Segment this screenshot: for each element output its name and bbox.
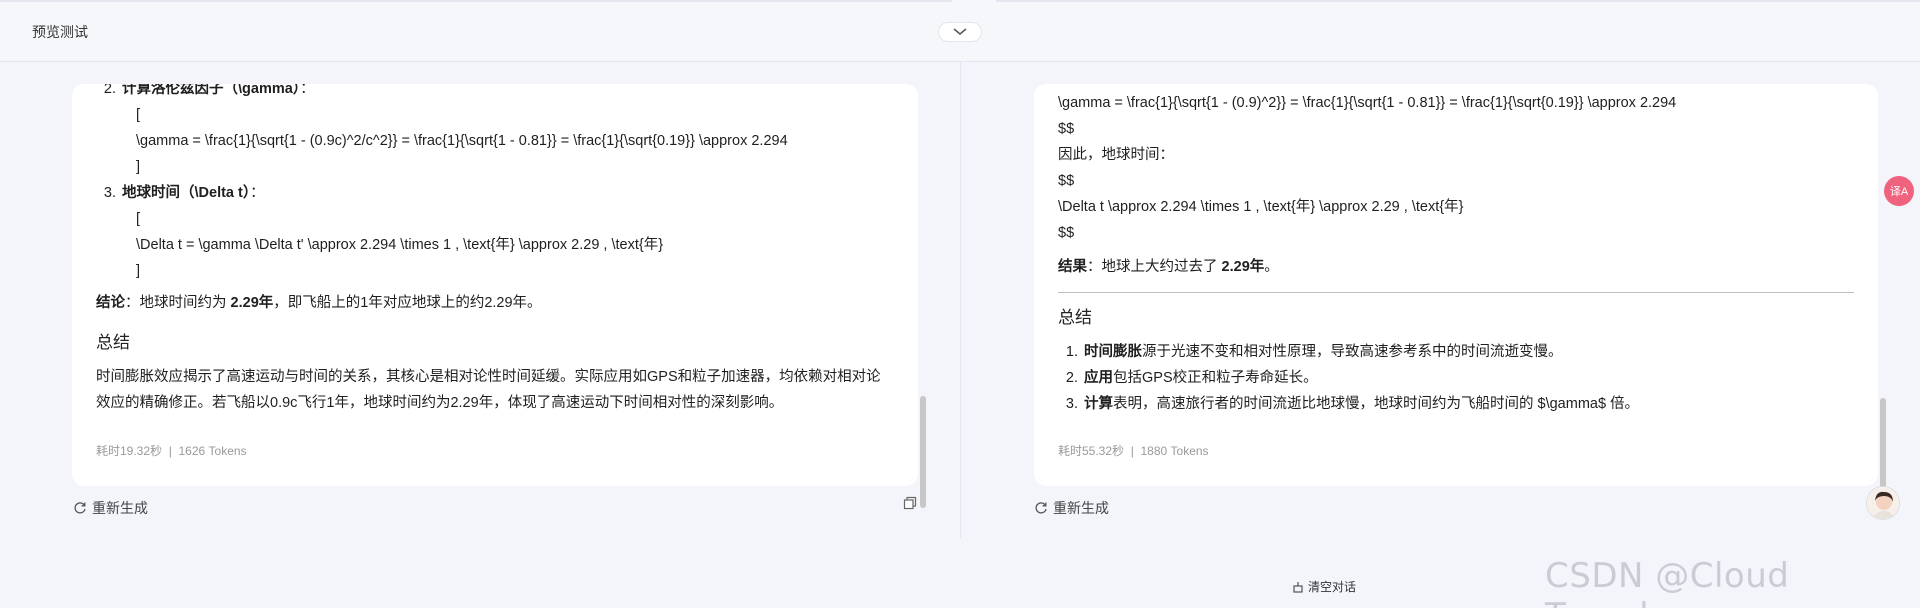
clear-conversation-label: 清空对话: [1308, 580, 1357, 594]
token-count: 1626 Tokens: [178, 444, 247, 458]
summary-heading: 总结: [1058, 308, 1092, 327]
refresh-icon: [1035, 502, 1047, 514]
item-colon: ：: [250, 185, 265, 201]
result-prefix: ：地球上大约过去了: [1087, 259, 1222, 275]
meta-separator: |: [168, 444, 172, 458]
regenerate-button[interactable]: 重新生成: [73, 498, 148, 518]
elapsed-time: 耗时55.32秒: [1058, 444, 1125, 458]
broom-icon: [1293, 581, 1303, 593]
horizontal-rule: [1058, 292, 1854, 293]
regenerate-label: 重新生成: [1053, 500, 1109, 516]
top-border-left: [0, 0, 952, 2]
list-number: 3.: [1065, 396, 1078, 412]
watermark: CSDN @Cloud Traveler: [1545, 556, 1790, 608]
bracket-open: [: [136, 107, 141, 123]
list-item: 2. 计算洛伦兹因子（\gamma）：: [96, 84, 894, 102]
list-item: 2. 应用包括GPS校正和粒子寿命延长。: [1058, 365, 1854, 391]
bracket-close: ]: [136, 263, 141, 279]
list-number: 1.: [1065, 344, 1078, 360]
bracket-close: ]: [136, 159, 141, 175]
list-item: 1. 时间膨胀源于光速不变和相对性原理，导致高速参考系中的时间流逝变慢。: [1058, 339, 1854, 365]
delta-formula: \Delta t = \gamma \Delta t' \approx 2.29…: [136, 237, 664, 253]
item-label: 计算洛伦兹因子（\gamma）: [122, 84, 301, 97]
gamma-formula: \gamma = \frac{1}{\sqrt{1 - (0.9c)^2/c^2…: [136, 133, 788, 149]
gamma-formula: \gamma = \frac{1}{\sqrt{1 - (0.9)^2}} = …: [1058, 95, 1677, 111]
avatar[interactable]: [1866, 486, 1900, 520]
collapse-button[interactable]: [938, 22, 982, 42]
top-border-right: [996, 0, 1920, 2]
clear-conversation-button[interactable]: 清空对话: [1292, 578, 1356, 595]
item-text: 包括GPS校正和粒子寿命延长。: [1113, 370, 1318, 386]
copy-icon[interactable]: [903, 496, 917, 510]
bracket-open: [: [136, 211, 141, 227]
item-colon: ：: [300, 84, 315, 97]
result-value: 2.29年: [1221, 259, 1265, 275]
elapsed-time: 耗时19.32秒: [96, 444, 163, 458]
response-meta: 耗时55.32秒 | 1880 Tokens: [1058, 442, 1209, 459]
list-number: 2.: [1065, 370, 1078, 386]
left-scrollbar[interactable]: [920, 396, 926, 508]
therefore-text: 因此，地球时间：: [1058, 147, 1174, 163]
avatar-image: [1867, 487, 1899, 519]
math-delimiter: $$: [1058, 225, 1075, 241]
math-delimiter: $$: [1058, 121, 1075, 137]
item-label: 计算: [1084, 396, 1113, 412]
conclusion-prefix: ：地球时间约为: [125, 295, 231, 311]
list-item: 3. 计算表明，高速旅行者的时间流逝比地球慢，地球时间约为飞船时间的 $\gam…: [1058, 391, 1854, 417]
list-item: 3. 地球时间（\Delta t）：: [96, 180, 894, 206]
list-number: 2.: [103, 84, 116, 97]
chevron-down-icon: [953, 28, 967, 35]
summary-heading: 总结: [96, 333, 130, 352]
conclusion-value: 2.29年: [230, 295, 274, 311]
list-number: 3.: [103, 185, 116, 201]
regenerate-button[interactable]: 重新生成: [1034, 498, 1109, 518]
token-count: 1880 Tokens: [1140, 444, 1209, 458]
left-response-panel: 2. 计算洛伦兹因子（\gamma）： [ \gamma = \frac{1}{…: [72, 84, 918, 486]
translate-icon[interactable]: 译A: [1884, 176, 1914, 206]
conclusion-label: 结论: [96, 295, 125, 311]
item-label: 应用: [1084, 370, 1113, 386]
result-label: 结果: [1058, 259, 1087, 275]
item-label: 地球时间（\Delta t）: [122, 185, 251, 201]
result-suffix: 。: [1264, 259, 1279, 275]
refresh-icon: [74, 502, 86, 514]
math-delimiter: $$: [1058, 173, 1075, 189]
regenerate-label: 重新生成: [92, 500, 148, 516]
delta-formula: \Delta t \approx 2.294 \times 1 , \text{…: [1058, 199, 1464, 215]
meta-separator: |: [1130, 444, 1134, 458]
conclusion: 结论：地球时间约为 2.29年，即飞船上的1年对应地球上的约2.29年。: [96, 290, 894, 316]
right-response-panel: \gamma = \frac{1}{\sqrt{1 - (0.9)^2}} = …: [1034, 84, 1878, 486]
item-text: 表明，高速旅行者的时间流逝比地球慢，地球时间约为飞船时间的 $\gamma$ 倍…: [1113, 396, 1640, 412]
conclusion-suffix: ，即飞船上的1年对应地球上的约2.29年。: [273, 295, 542, 311]
result: 结果：地球上大约过去了 2.29年。: [1058, 254, 1854, 280]
item-text: 源于光速不变和相对性原理，导致高速参考系中的时间流逝变慢。: [1142, 344, 1563, 360]
top-bar: 预览测试: [0, 0, 1920, 62]
response-meta: 耗时19.32秒 | 1626 Tokens: [96, 442, 247, 459]
page-title: 预览测试: [32, 24, 88, 40]
panel-divider: [960, 62, 961, 538]
summary-text: 时间膨胀效应揭示了高速运动与时间的关系，其核心是相对论性时间延缓。实际应用如GP…: [96, 369, 881, 411]
item-label: 时间膨胀: [1084, 344, 1142, 360]
